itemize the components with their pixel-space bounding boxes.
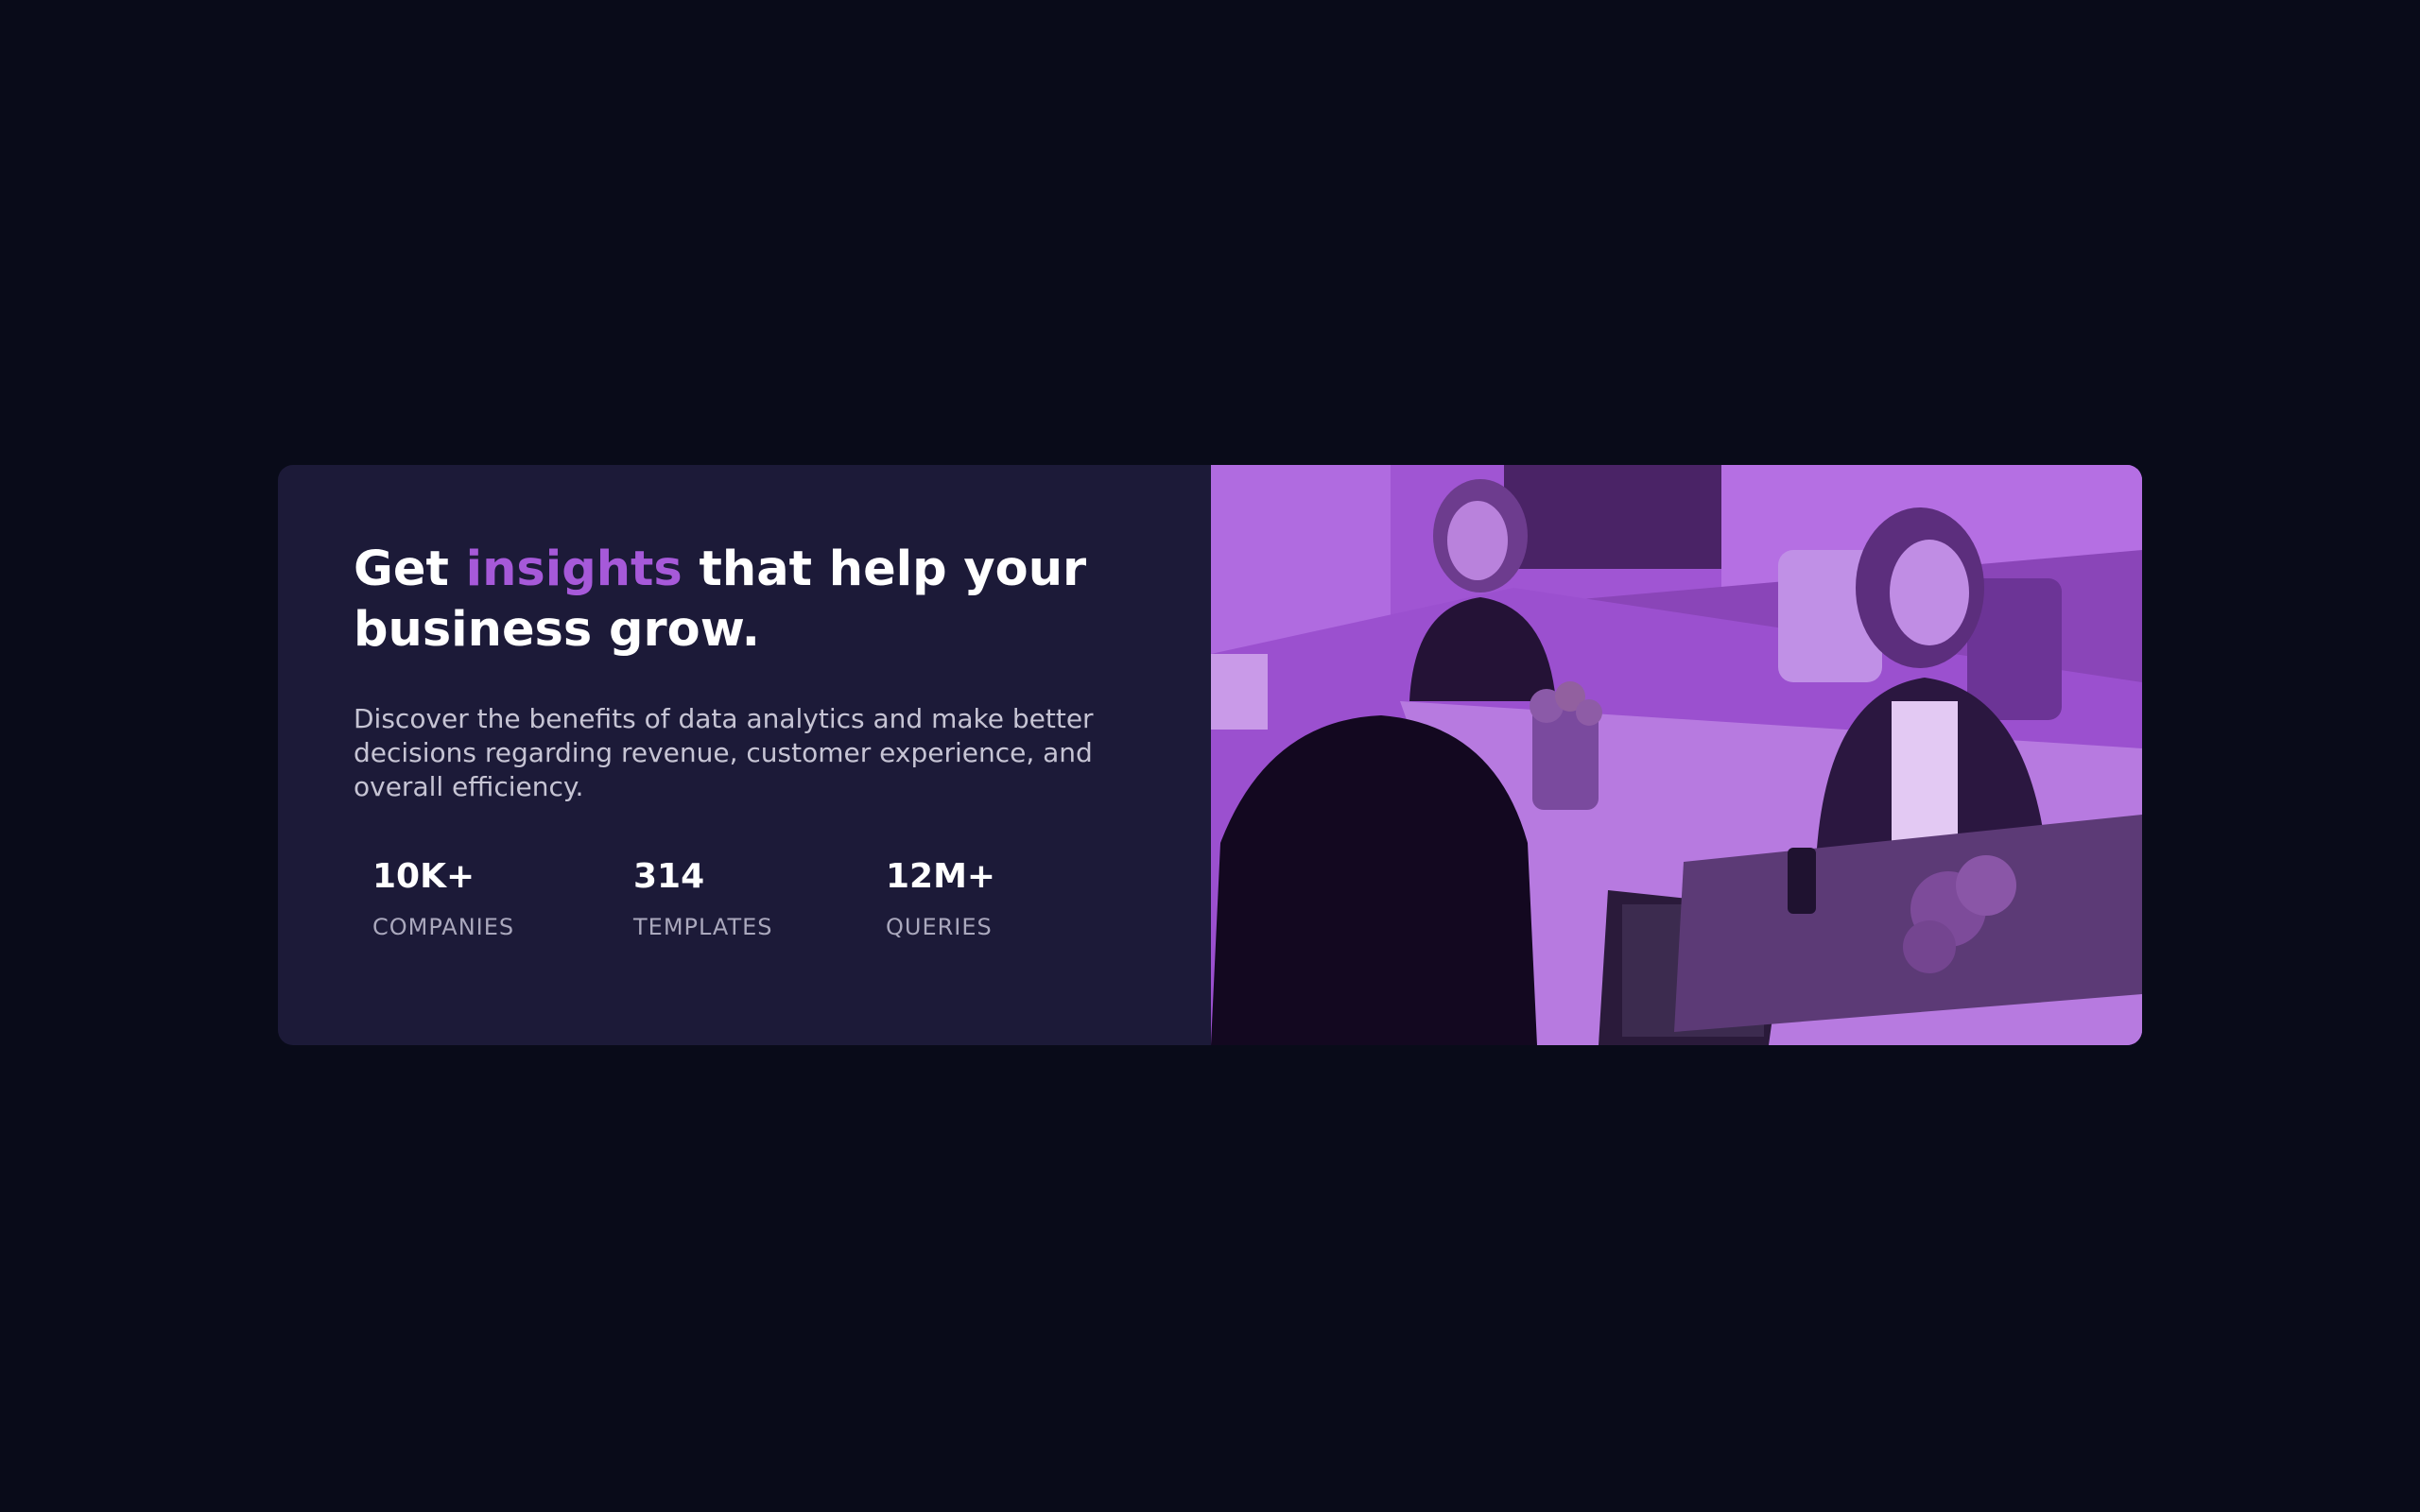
description: Discover the benefits of data analytics … bbox=[354, 703, 1094, 802]
card-content: Get insights that help your business gro… bbox=[278, 465, 1211, 1045]
stat-templates: 314 TEMPLATES bbox=[633, 856, 773, 941]
stat-label: QUERIES bbox=[886, 914, 993, 940]
stat-value: 314 bbox=[633, 857, 705, 896]
stat-value: 10K+ bbox=[372, 857, 475, 896]
team-photo-illustration bbox=[1211, 465, 2142, 1045]
stats-preview-card: Get insights that help your business gro… bbox=[278, 465, 2142, 1045]
headline-start: Get bbox=[354, 541, 466, 597]
stats-row: 10K+ COMPANIES 314 TEMPLATES 12M+ QUERIE… bbox=[372, 856, 1091, 951]
stat-queries: 12M+ QUERIES bbox=[886, 856, 995, 941]
team-photo bbox=[1211, 465, 2142, 1045]
headline-accent: insights bbox=[465, 541, 683, 597]
stat-companies: 10K+ COMPANIES bbox=[372, 856, 514, 941]
stat-label: COMPANIES bbox=[372, 914, 515, 940]
headline: Get insights that help your business gro… bbox=[354, 540, 1145, 661]
stat-label: TEMPLATES bbox=[633, 914, 773, 940]
stat-value: 12M+ bbox=[886, 857, 996, 896]
